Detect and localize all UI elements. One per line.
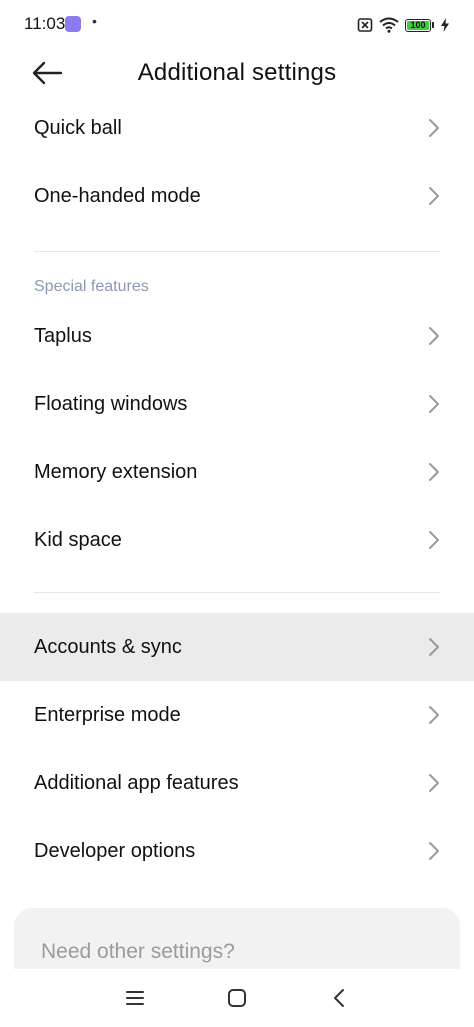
wifi-icon [379,17,399,33]
row-label: Accounts & sync [34,635,182,658]
row-label: Quick ball [34,116,122,139]
suggestion-text: Need other settings? [41,940,235,963]
chevron-right-icon [429,774,439,792]
chevron-right-icon [429,187,439,205]
status-icons: 100 [357,14,450,36]
page-title: Additional settings [137,59,337,86]
chevron-right-icon [429,395,439,413]
chevron-right-icon [429,638,439,656]
chevron-right-icon [429,119,439,137]
setting-one-handed-mode[interactable]: One-handed mode [0,162,474,230]
row-label: Taplus [34,324,92,347]
setting-taplus[interactable]: Taplus [0,302,474,370]
chevron-right-icon [429,842,439,860]
setting-enterprise-mode[interactable]: Enterprise mode [0,681,474,749]
battery-cap [432,22,434,28]
menu-icon[interactable] [124,987,146,1009]
chevron-right-icon [429,531,439,549]
chevron-right-icon [429,706,439,724]
app-notification-icon [65,16,81,32]
battery-icon: 100 [405,18,431,32]
home-square-icon[interactable] [226,987,248,1009]
chevron-right-icon [429,327,439,345]
setting-quick-ball[interactable]: Quick ball [0,94,474,162]
settings-list: Quick ball One-handed mode Special featu… [0,94,474,885]
section-title-special-features: Special features [34,278,149,295]
battery-level: 100 [410,19,426,30]
row-label: Developer options [34,839,196,862]
row-label: Memory extension [34,460,198,483]
setting-kid-space[interactable]: Kid space [0,506,474,574]
row-label: Additional app features [34,771,239,794]
status-bar: 11:03 • 100 [0,0,474,50]
status-time: 11:03 [24,14,66,33]
setting-developer-options[interactable]: Developer options [0,817,474,885]
setting-accounts-sync[interactable]: Accounts & sync [0,613,474,681]
setting-memory-extension[interactable]: Memory extension [0,438,474,506]
row-label: Enterprise mode [34,703,181,726]
row-label: One-handed mode [34,184,201,207]
notification-dot-icon: • [92,13,97,29]
setting-additional-app-features[interactable]: Additional app features [0,749,474,817]
header: Additional settings [0,52,474,96]
chevron-right-icon [429,463,439,481]
back-chevron-icon[interactable] [328,987,350,1009]
navigation-bar [0,969,474,1027]
row-label: Kid space [34,528,122,551]
sim-icon [357,18,373,32]
row-label: Floating windows [34,392,188,415]
setting-floating-windows[interactable]: Floating windows [0,370,474,438]
charging-bolt-icon [441,18,449,32]
